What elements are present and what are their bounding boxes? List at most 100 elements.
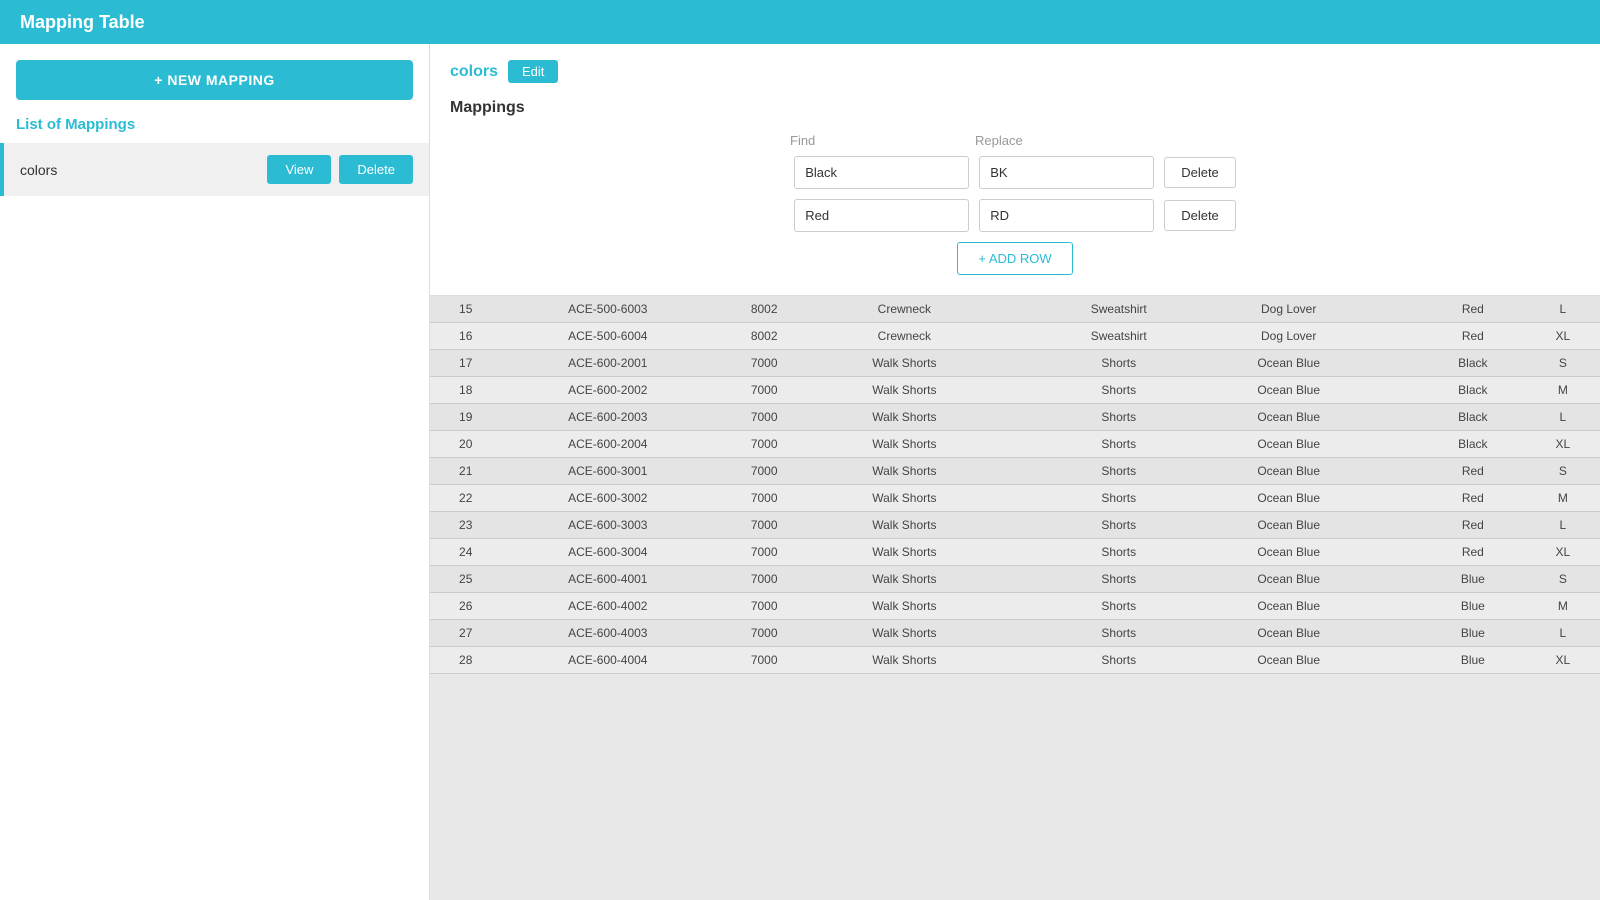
mapping-editor-row: Delete <box>450 199 1580 232</box>
table-cell <box>995 404 1038 431</box>
delete-row-button-2[interactable]: Delete <box>1164 200 1236 231</box>
table-cell: M <box>1526 593 1600 620</box>
table-row: 22ACE-600-30027000Walk ShortsShortsOcean… <box>430 485 1600 512</box>
table-cell: Walk Shorts <box>814 512 994 539</box>
table-row: 24ACE-600-30047000Walk ShortsShortsOcean… <box>430 539 1600 566</box>
replace-input-1[interactable] <box>979 156 1154 189</box>
table-row: 28ACE-600-40047000Walk ShortsShortsOcean… <box>430 647 1600 674</box>
row-number: 26 <box>430 593 501 620</box>
table-cell <box>995 377 1038 404</box>
table-cell <box>995 647 1038 674</box>
table-cell <box>1377 431 1420 458</box>
table-cell <box>1377 377 1420 404</box>
table-cell: Crewneck <box>814 296 994 323</box>
table-cell: XL <box>1526 431 1600 458</box>
find-input-2[interactable] <box>794 199 969 232</box>
main-layout: + NEW MAPPING List of Mappings colors Vi… <box>0 44 1600 900</box>
table-row: 25ACE-600-40017000Walk ShortsShortsOcean… <box>430 566 1600 593</box>
table-cell: Walk Shorts <box>814 647 994 674</box>
delete-mapping-button[interactable]: Delete <box>339 155 413 184</box>
table-cell: XL <box>1526 323 1600 350</box>
table-cell: S <box>1526 566 1600 593</box>
view-button[interactable]: View <box>267 155 331 184</box>
table-cell: 7000 <box>714 485 814 512</box>
table-cell: Red <box>1420 512 1526 539</box>
table-cell: ACE-600-4004 <box>501 647 714 674</box>
data-table: 15ACE-500-60038002CrewneckSweatshirtDog … <box>430 296 1600 674</box>
table-cell <box>995 512 1038 539</box>
new-mapping-button[interactable]: + NEW MAPPING <box>16 60 413 100</box>
table-cell: 8002 <box>714 296 814 323</box>
table-cell: Shorts <box>1037 512 1200 539</box>
table-cell: Red <box>1420 296 1526 323</box>
table-cell: Ocean Blue <box>1200 593 1377 620</box>
data-table-container: 15ACE-500-60038002CrewneckSweatshirtDog … <box>430 296 1600 900</box>
table-cell: ACE-600-2004 <box>501 431 714 458</box>
table-cell: L <box>1526 404 1600 431</box>
table-row: 27ACE-600-40037000Walk ShortsShortsOcean… <box>430 620 1600 647</box>
table-cell: Blue <box>1420 620 1526 647</box>
row-number: 17 <box>430 350 501 377</box>
table-cell: ACE-500-6003 <box>501 296 714 323</box>
table-cell: Shorts <box>1037 620 1200 647</box>
table-cell: 7000 <box>714 512 814 539</box>
table-cell <box>995 458 1038 485</box>
table-cell <box>995 350 1038 377</box>
table-cell: ACE-600-2002 <box>501 377 714 404</box>
table-cell: Ocean Blue <box>1200 566 1377 593</box>
table-cell: Ocean Blue <box>1200 485 1377 512</box>
table-row: 15ACE-500-60038002CrewneckSweatshirtDog … <box>430 296 1600 323</box>
content-area: colors Edit Mappings Find Replace Delete… <box>430 44 1600 900</box>
table-cell: ACE-600-4003 <box>501 620 714 647</box>
table-cell: 7000 <box>714 620 814 647</box>
table-cell: L <box>1526 296 1600 323</box>
table-cell: Shorts <box>1037 404 1200 431</box>
table-cell <box>995 539 1038 566</box>
row-number: 22 <box>430 485 501 512</box>
delete-row-button-1[interactable]: Delete <box>1164 157 1236 188</box>
add-row-button[interactable]: + ADD ROW <box>957 242 1072 275</box>
table-cell: M <box>1526 485 1600 512</box>
table-cell: Walk Shorts <box>814 431 994 458</box>
row-number: 18 <box>430 377 501 404</box>
row-number: 20 <box>430 431 501 458</box>
table-cell: Ocean Blue <box>1200 431 1377 458</box>
table-cell: M <box>1526 377 1600 404</box>
table-cell <box>1377 512 1420 539</box>
row-number: 19 <box>430 404 501 431</box>
table-cell: XL <box>1526 539 1600 566</box>
editor-tab-name: colors <box>450 63 498 81</box>
table-cell <box>995 431 1038 458</box>
table-cell: 7000 <box>714 593 814 620</box>
table-row: 17ACE-600-20017000Walk ShortsShortsOcean… <box>430 350 1600 377</box>
table-cell <box>1377 593 1420 620</box>
table-cell: Ocean Blue <box>1200 377 1377 404</box>
table-cell: Shorts <box>1037 431 1200 458</box>
replace-input-2[interactable] <box>979 199 1154 232</box>
table-cell <box>1377 647 1420 674</box>
table-cell: ACE-600-2003 <box>501 404 714 431</box>
find-column-header: Find <box>790 133 965 148</box>
table-cell <box>1377 296 1420 323</box>
table-cell: Crewneck <box>814 323 994 350</box>
row-number: 16 <box>430 323 501 350</box>
table-cell <box>995 620 1038 647</box>
table-cell: Ocean Blue <box>1200 620 1377 647</box>
table-cell: Walk Shorts <box>814 620 994 647</box>
table-cell <box>1377 485 1420 512</box>
row-number: 21 <box>430 458 501 485</box>
find-input-1[interactable] <box>794 156 969 189</box>
table-cell: XL <box>1526 647 1600 674</box>
table-cell: 7000 <box>714 431 814 458</box>
table-row: 18ACE-600-20027000Walk ShortsShortsOcean… <box>430 377 1600 404</box>
app-title: Mapping Table <box>20 12 145 33</box>
edit-button[interactable]: Edit <box>508 60 558 83</box>
table-cell: Walk Shorts <box>814 377 994 404</box>
table-cell: Ocean Blue <box>1200 647 1377 674</box>
table-cell <box>995 485 1038 512</box>
table-cell: 8002 <box>714 323 814 350</box>
table-cell: Walk Shorts <box>814 350 994 377</box>
table-cell: ACE-600-3004 <box>501 539 714 566</box>
table-cell <box>995 593 1038 620</box>
table-cell: Ocean Blue <box>1200 350 1377 377</box>
